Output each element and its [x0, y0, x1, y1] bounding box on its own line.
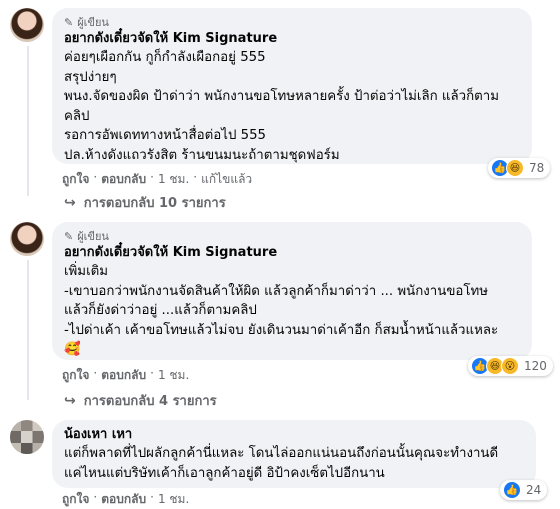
comment-line: 🥰: [64, 342, 81, 357]
edited-label: แก้ไขแล้ว: [201, 172, 253, 186]
pen-icon: ✎: [64, 16, 74, 29]
comment-line: -เขาบอกว่าพนักงานจัดสินค้าให้ผิด แล้วลูก…: [64, 283, 489, 299]
comment-bubble: น้องเหา เหา แต่ก็พลาดที่ไปผลักลูกค้านี่แ…: [52, 420, 536, 488]
reaction-count: 120: [524, 359, 547, 373]
comment-bubble: ✎ ผู้เขียน อยากดังเดี๋ยวจัดให้ Kim Signa…: [52, 222, 532, 360]
comment-line: ปล.ห้างดังแถวรังสิต ร้านขนมนะถ้าตามชุดฟอ…: [64, 147, 340, 163]
comment-text: เพิ่มเติม -เขาบอกว่าพนักงานจัดสินค้าให้ผ…: [64, 262, 520, 360]
like-button[interactable]: ถูกใจ: [62, 490, 89, 509]
view-replies-button[interactable]: ↪ การตอบกลับ 4 รายการ: [64, 390, 217, 411]
like-icon: 👍: [503, 481, 521, 499]
comment-line: แค่ไหนแต่บริษัทเค้าก็เอาลูกค้าอยู่ดี อิป…: [64, 465, 385, 481]
comment-line: พนง.จัดของผิด ป้าด่าว่า พนักงานขอโทษหลาย…: [64, 89, 500, 104]
reaction-count: 24: [526, 483, 542, 497]
reaction-summary[interactable]: 👍 😆 78: [488, 158, 551, 178]
comment-line: สรุปง่ายๆ: [64, 69, 117, 85]
comment-line: รอการอัพเดททางหน้าสื่อต่อไป 555: [64, 128, 266, 143]
comment-actions: ถูกใจ · ตอบกลับ · 1 ชม.: [62, 366, 193, 385]
timestamp[interactable]: 1 ชม.: [158, 366, 189, 385]
avatar[interactable]: [10, 420, 44, 454]
avatar[interactable]: [10, 8, 44, 42]
comment-text: แต่ก็พลาดที่ไปผลักลูกค้านี่แหละ โดนไล่ออ…: [64, 444, 524, 483]
comment-actions: ถูกใจ · ตอบกลับ · 1 ชม. · แก้ไขแล้ว: [62, 170, 256, 189]
author-badge: ✎ ผู้เขียน: [64, 230, 520, 244]
comment-line: ค่อยๆเผือกกัน กูก็กำลังเผือกอยู่ 555: [64, 50, 266, 65]
comment-line: แล้วก็ยังด่าว่าอยู่ ...แล้วก็ตามคลิป: [64, 303, 257, 318]
reply-arrow-icon: ↪: [64, 194, 76, 211]
badge-label: ผู้เขียน: [77, 16, 109, 29]
comment-line: แต่ก็พลาดที่ไปผลักลูกค้านี่แหละ โดนไล่ออ…: [64, 446, 499, 461]
wow-icon: 😮: [501, 357, 519, 375]
like-button[interactable]: ถูกใจ: [62, 366, 89, 385]
thread-line: [27, 260, 29, 400]
reply-button[interactable]: ตอบกลับ: [101, 366, 146, 385]
replies-label: การตอบกลับ 10 รายการ: [83, 196, 226, 211]
badge-label: ผู้เขียน: [77, 230, 109, 243]
timestamp[interactable]: 1 ชม.: [158, 490, 189, 509]
comment-line: เพิ่มเติม: [64, 264, 109, 279]
comment-line: คลิป: [64, 108, 90, 124]
reaction-count: 78: [529, 161, 545, 175]
thread-line: [27, 46, 29, 196]
view-replies-button[interactable]: ↪ การตอบกลับ 10 รายการ: [64, 192, 226, 213]
comment-author[interactable]: น้องเหา เหา: [64, 426, 524, 444]
timestamp[interactable]: 1 ชม.: [158, 170, 189, 189]
like-button[interactable]: ถูกใจ: [62, 170, 89, 189]
reaction-summary[interactable]: 👍 24: [500, 480, 548, 500]
replies-label: การตอบกลับ 4 รายการ: [83, 394, 217, 409]
author-badge: ✎ ผู้เขียน: [64, 16, 520, 30]
comment-text: ค่อยๆเผือกกัน กูก็กำลังเผือกอยู่ 555 สรุ…: [64, 48, 520, 165]
haha-icon: 😆: [506, 159, 524, 177]
pen-icon: ✎: [64, 230, 74, 243]
comment-author[interactable]: อยากดังเดี๋ยวจัดให้ Kim Signature: [64, 30, 520, 48]
reaction-summary[interactable]: 👍 😆 😮 120: [468, 356, 553, 376]
comment-author[interactable]: อยากดังเดี๋ยวจัดให้ Kim Signature: [64, 244, 520, 262]
avatar[interactable]: [10, 222, 44, 256]
reply-arrow-icon: ↪: [64, 392, 76, 409]
comment-bubble: ✎ ผู้เขียน อยากดังเดี๋ยวจัดให้ Kim Signa…: [52, 8, 532, 164]
comment-actions: ถูกใจ · ตอบกลับ · 1 ชม.: [62, 490, 193, 509]
comment-line: -ไปด่าเค้า เค้าขอโทษแล้วไม่จบ ยังเดินวนม…: [64, 322, 499, 338]
reply-button[interactable]: ตอบกลับ: [101, 490, 146, 509]
reply-button[interactable]: ตอบกลับ: [101, 170, 146, 189]
